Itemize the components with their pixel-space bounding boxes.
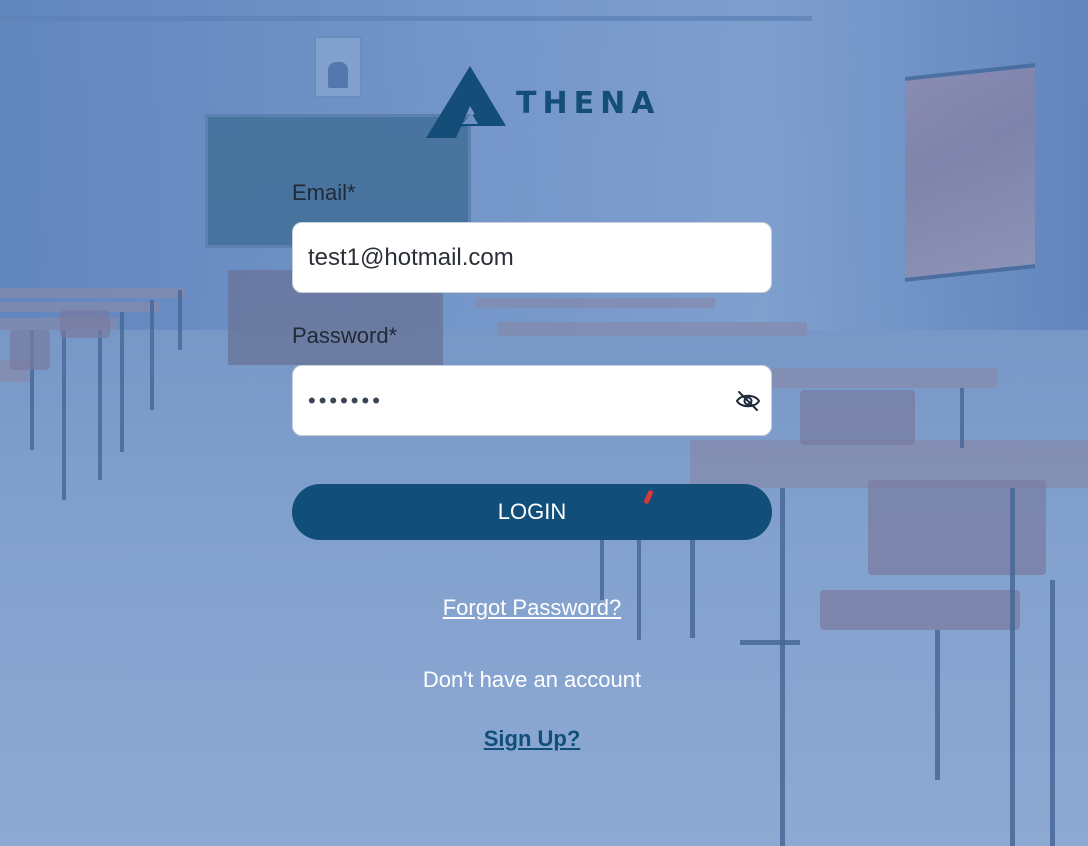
password-label: Password* [292, 323, 398, 348]
signup-row: Sign Up? [0, 726, 1064, 752]
athena-a-logo-icon [426, 66, 506, 138]
forgot-password-row: Forgot Password? [0, 595, 1064, 621]
password-field-container [292, 365, 772, 436]
password-input[interactable] [293, 366, 771, 435]
login-button[interactable]: LOGIN [292, 484, 772, 540]
logo-wordmark: THENA [516, 86, 661, 121]
no-account-text: Don't have an account [422, 667, 642, 692]
email-label: Email* [292, 180, 356, 205]
forgot-password-link[interactable]: Forgot Password? [443, 595, 622, 620]
athena-logo: THENA [426, 64, 666, 140]
eye-off-icon[interactable] [735, 389, 761, 413]
email-field-container [292, 222, 772, 293]
email-input[interactable] [293, 223, 771, 292]
signup-link[interactable]: Sign Up? [484, 726, 581, 751]
